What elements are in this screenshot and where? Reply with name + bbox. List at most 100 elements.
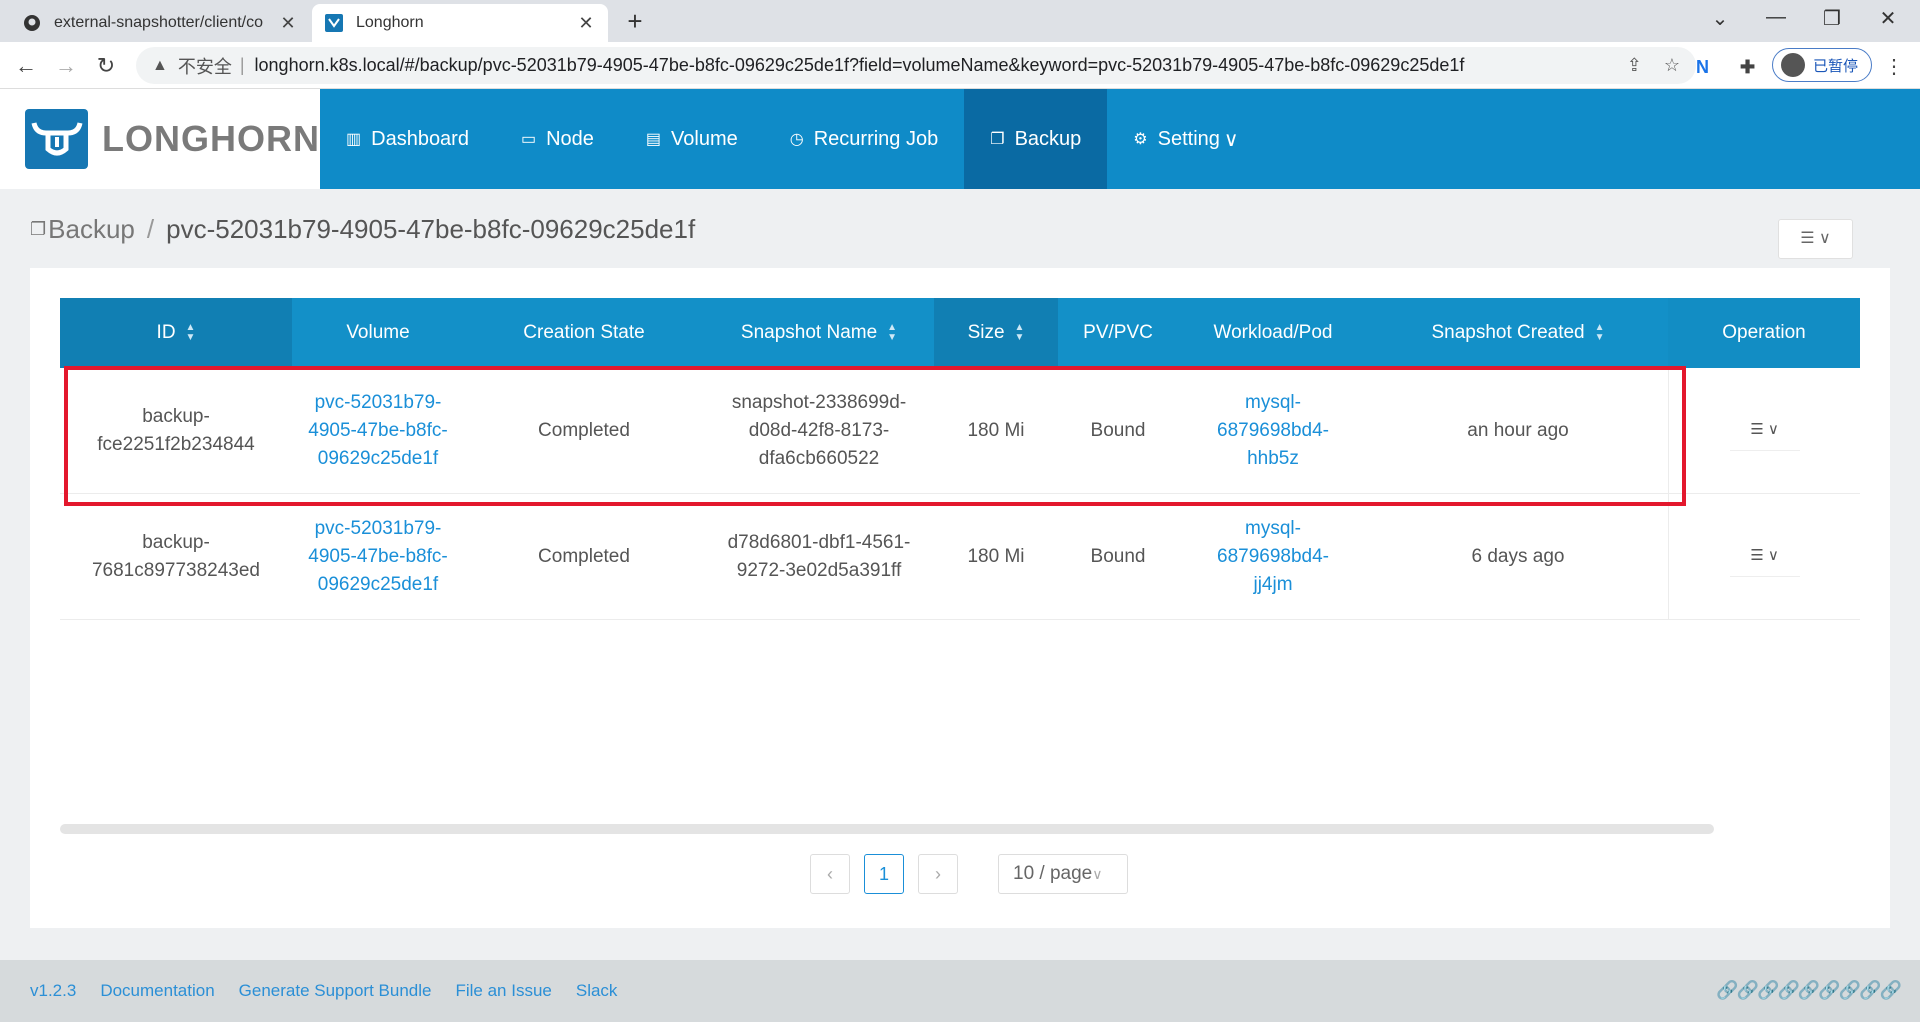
bulk-actions-button[interactable]: ☰ ∨ [1778, 219, 1853, 259]
header-label: Snapshot Created [1431, 322, 1585, 343]
longhorn-logo-icon [25, 109, 88, 169]
cell-workload-link[interactable]: mysql- 6879698bd4- hhb5z [1178, 368, 1368, 493]
database-icon: ▤ [645, 131, 662, 148]
close-icon[interactable]: ✕ [278, 13, 298, 34]
cell-snapshot: d78d6801-dbf1-4561- 9272-3e02d5a391ff [727, 531, 911, 581]
browser-tab-github[interactable]: external-snapshotter/client/co ✕ [10, 4, 310, 42]
cell-volume-link[interactable]: pvc-52031b79- 4905-47be-b8fc- 09629c25de… [292, 368, 464, 493]
header-label: Volume [346, 322, 410, 343]
profile-button[interactable]: 已暂停 [1772, 48, 1872, 82]
cell-pv: Bound [1090, 419, 1146, 441]
minimize-icon[interactable]: — [1756, 6, 1796, 29]
link-icon: 🔗 [1736, 980, 1759, 1000]
profile-label: 已暂停 [1813, 57, 1859, 75]
column-header-operation: Operation [1668, 298, 1860, 368]
cell-size: 180 Mi [967, 545, 1025, 567]
browser-tab-longhorn[interactable]: Longhorn ✕ [312, 4, 608, 42]
reload-icon[interactable]: ↻ [90, 50, 122, 82]
row-operation-button[interactable]: ☰ ∨ [1729, 537, 1800, 577]
forward-icon[interactable]: → [50, 50, 82, 82]
browser-tabbar: external-snapshotter/client/co ✕ Longhor… [0, 0, 1920, 42]
page-size-value: 10 / page [1013, 863, 1093, 884]
back-icon[interactable]: ← [10, 50, 42, 82]
sort-icon[interactable]: ▲ ▼ [186, 323, 196, 343]
version-link[interactable]: v1.2.3 [30, 981, 76, 1001]
link-icon: 🔗 [1859, 980, 1881, 1000]
header-label: Workload/Pod [1213, 322, 1333, 343]
clock-icon: ◷ [789, 131, 804, 148]
cell-operation: ☰ ∨ [1668, 368, 1860, 493]
cell-volume-link[interactable]: pvc-52031b79- 4905-47be-b8fc- 09629c25de… [292, 494, 464, 619]
gear-icon: ⚙ [1133, 131, 1148, 148]
breadcrumb: ❐ Backup / pvc-52031b79-4905-47be-b8fc-0… [30, 214, 695, 245]
backup-table: ID ▲ ▼ Volume Creation State Snapshot Nam… [60, 298, 1860, 620]
column-header-size[interactable]: Size ▲ ▼ [934, 298, 1058, 368]
header-label: Creation State [523, 322, 645, 343]
breadcrumb-current: pvc-52031b79-4905-47be-b8fc-09629c25de1f [166, 214, 696, 244]
sort-icon[interactable]: ▲ ▼ [887, 323, 897, 343]
page-number-button[interactable]: 1 [864, 854, 904, 894]
close-icon[interactable]: ✕ [576, 13, 596, 34]
more-menu-icon[interactable]: ⋮ [1884, 54, 1904, 79]
warning-icon: ▲ [152, 56, 168, 74]
link-icon: 🔗 [1838, 980, 1861, 1000]
nav-label: Backup [1014, 127, 1082, 150]
support-bundle-link[interactable]: Generate Support Bundle [239, 981, 432, 1001]
address-bar[interactable]: ▲ 不安全 | longhorn.k8s.local/#/backup/pvc-… [136, 47, 1696, 84]
nav-dashboard[interactable]: ▥ Dashboard [320, 89, 495, 189]
cell-size: 180 Mi [967, 419, 1025, 441]
window-close-icon[interactable]: ✕ [1868, 6, 1908, 31]
next-page-button[interactable]: › [918, 854, 958, 894]
column-header-workload: Workload/Pod [1178, 298, 1368, 368]
main-nav: ▥ Dashboard ▭ Node ▤ Volume ◷ Recurring … [320, 89, 1265, 189]
file-issue-link[interactable]: File an Issue [455, 981, 551, 1001]
cell-created: an hour ago [1467, 419, 1569, 441]
nav-setting[interactable]: ⚙ Setting ∨ [1107, 89, 1264, 189]
chevron-down-icon: ∨ [1767, 421, 1779, 438]
extensions-puzzle-icon[interactable]: ✚ [1740, 57, 1755, 78]
column-header-volume: Volume [292, 298, 464, 368]
pagination: ‹ 1 › 10 / page∨ [810, 854, 1128, 894]
content-panel: ID ▲ ▼ Volume Creation State Snapshot Nam… [30, 268, 1890, 928]
link-icon: 🔗 [1879, 980, 1902, 1000]
chevron-down-icon: ∨ [1092, 866, 1103, 882]
documentation-link[interactable]: Documentation [100, 981, 214, 1001]
nav-recurring-job[interactable]: ◷ Recurring Job [764, 89, 964, 189]
app-header: LONGHORN ▥ Dashboard ▭ Node ▤ Volume ◷ R… [0, 89, 1920, 189]
row-operation-button[interactable]: ☰ ∨ [1729, 411, 1800, 451]
tab-search-chevron-icon[interactable]: ⌄ [1700, 6, 1740, 31]
tab-title: external-snapshotter/client/co [54, 14, 263, 31]
nav-node[interactable]: ▭ Node [495, 89, 620, 189]
extension-n-icon[interactable]: N [1696, 57, 1709, 78]
breadcrumb-root[interactable]: Backup [48, 214, 135, 245]
table-row: backup- 7681c897738243ed pvc-52031b79- 4… [60, 494, 1860, 620]
sort-icon[interactable]: ▲ ▼ [1015, 323, 1025, 343]
logo[interactable]: LONGHORN [0, 89, 320, 189]
restore-icon[interactable]: ❐ [1812, 6, 1852, 31]
column-header-pv: PV/PVC [1058, 298, 1178, 368]
bookmark-star-icon[interactable]: ☆ [1664, 55, 1680, 76]
longhorn-favicon-icon [324, 13, 344, 33]
link-icon: 🔗 [1797, 980, 1820, 1000]
table-row: backup- fce2251f2b234844 pvc-52031b79- 4… [60, 368, 1860, 494]
nav-backup[interactable]: ❐ Backup [964, 89, 1108, 189]
sort-icon[interactable]: ▲ ▼ [1595, 323, 1605, 343]
prev-page-button[interactable]: ‹ [810, 854, 850, 894]
column-header-id[interactable]: ID ▲ ▼ [60, 298, 292, 368]
nav-label: Volume [671, 127, 738, 150]
column-header-created[interactable]: Snapshot Created ▲ ▼ [1368, 298, 1668, 368]
link-icon: 🔗 [1716, 980, 1738, 1000]
new-tab-icon[interactable]: + [620, 6, 650, 37]
nav-label: Recurring Job [813, 127, 939, 150]
horizontal-scrollbar[interactable] [60, 824, 1714, 834]
cell-id: backup- 7681c897738243ed [91, 531, 260, 581]
share-icon[interactable]: ⇪ [1627, 55, 1642, 76]
cell-state: Completed [538, 419, 630, 441]
tab-title: Longhorn [356, 14, 424, 31]
cell-workload-link[interactable]: mysql- 6879698bd4- jj4jm [1178, 494, 1368, 619]
column-header-snapshot[interactable]: Snapshot Name ▲ ▼ [704, 298, 934, 368]
page-size-select[interactable]: 10 / page∨ [998, 854, 1128, 894]
slack-link[interactable]: Slack [576, 981, 618, 1001]
url-text[interactable]: longhorn.k8s.local/#/backup/pvc-52031b79… [255, 55, 1605, 76]
nav-volume[interactable]: ▤ Volume [620, 89, 764, 189]
